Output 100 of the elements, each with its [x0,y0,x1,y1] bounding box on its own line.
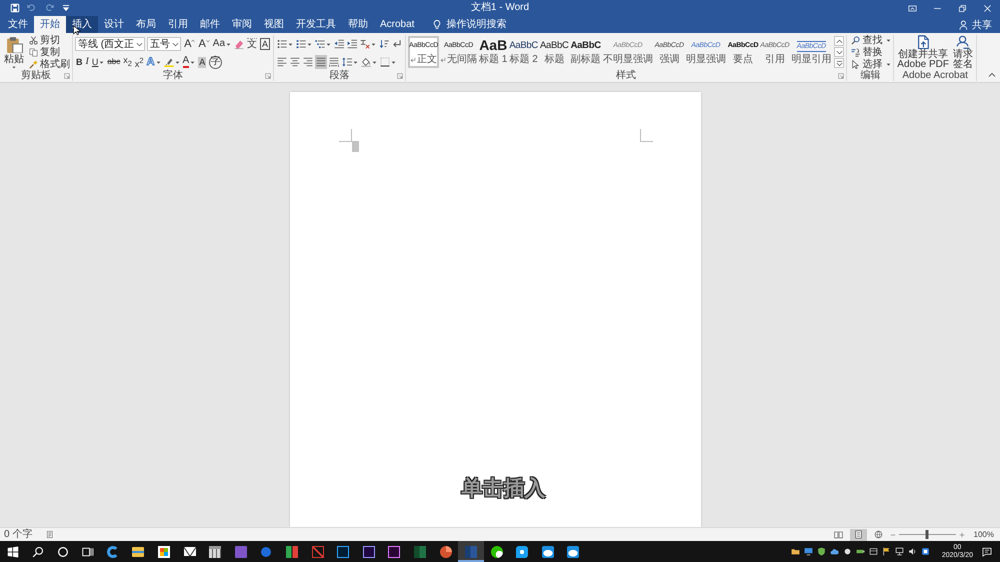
ribbon-tab[interactable]: 文件 [2,16,34,33]
ribbon-tab[interactable]: 帮助 [342,16,374,33]
save-icon[interactable] [10,3,20,13]
grow-font-button[interactable]: A [183,37,196,51]
cross-lines-icon [360,39,370,49]
circle-icon [490,546,503,558]
caret-up-icon [191,39,196,43]
dialog-launcher-icon[interactable] [265,72,272,78]
computer-icon[interactable] [894,547,904,556]
ribbon-tab[interactable]: 开始 [34,16,66,33]
phonetic-guide-button[interactable]: 文 [246,37,258,51]
ribbon-tab[interactable]: 布局 [130,16,162,33]
restore-icon[interactable] [958,4,967,12]
line-spacing-button[interactable] [341,55,360,69]
ribbon-tab[interactable]: Acrobat [374,16,420,33]
collapse-ribbon-icon[interactable] [988,71,996,79]
zoom-in-icon[interactable] [958,532,965,538]
sort-icon [379,39,390,49]
copy-button[interactable]: 复制 [29,46,70,58]
shield-icon[interactable] [816,547,826,556]
web-layout-icon [874,530,883,539]
asian-layout-button[interactable] [359,37,378,51]
justify-button[interactable] [315,55,328,69]
ribbon-tab[interactable]: 设计 [98,16,130,33]
decrease-indent-button[interactable] [333,37,346,51]
close-icon[interactable] [983,4,992,12]
enclose-character-button[interactable]: 字 [208,55,224,69]
margin-corner-mark [640,129,653,142]
borders-button[interactable] [379,55,398,69]
shrink-font-button[interactable]: A [197,37,211,51]
request-signature-button[interactable]: 请求 签名 [952,35,974,70]
select-button[interactable]: 选择 [851,58,892,70]
scissors-icon [29,36,38,46]
gallery-up-button[interactable] [834,36,844,46]
folder-icon[interactable] [790,547,800,556]
flag-icon[interactable] [882,547,891,556]
ribbon-tab[interactable]: 视图 [258,16,290,33]
battery-icon[interactable] [856,547,865,556]
chevron-down-icon [172,40,180,48]
italic-button[interactable]: I [84,55,90,69]
align-center-button[interactable] [289,55,302,69]
cloud-icon[interactable] [830,547,839,556]
bullets-button[interactable] [276,37,294,51]
gallery-down-button[interactable] [834,47,844,57]
caret-down-icon [206,39,210,43]
zoom-level[interactable]: 100% [974,530,994,539]
align-right-button[interactable] [302,55,314,69]
change-case-button[interactable]: Aa [212,37,232,51]
ribbon-tab[interactable]: 插入 [66,16,98,33]
style-tile[interactable]: AaBbC 标题 [538,36,570,68]
strikethrough-button[interactable]: abc [106,55,122,69]
page-lines-icon[interactable] [46,530,54,539]
paste-button[interactable]: 粘贴 [2,35,26,70]
subscript-button[interactable]: x$_{2}$ [122,55,133,69]
increase-indent-button[interactable] [346,37,358,51]
dialog-launcher-icon[interactable] [838,72,844,78]
replace-button[interactable]: 替换 [851,46,892,58]
create-pdf-button[interactable]: 创建并共享 Adobe PDF [896,35,950,70]
gallery-more-button[interactable] [834,58,844,68]
notification-icon[interactable] [982,546,992,556]
tell-me-field[interactable]: 操作说明搜索 [446,18,510,32]
dialog-launcher-icon[interactable] [64,72,70,78]
font-color-button[interactable]: A [182,55,196,69]
ribbon-tab[interactable]: 审阅 [226,16,258,33]
pointer-icon [851,60,860,69]
shading-button[interactable] [360,55,378,69]
circle-icon[interactable] [842,547,852,556]
superscript-button[interactable]: x$^{2}$ [134,55,145,69]
return-arrow-icon [392,39,402,49]
character-shading-button[interactable]: A [197,55,208,69]
character-border-button[interactable]: A [259,37,272,51]
ribbon-tab[interactable]: 引用 [162,16,194,33]
customize-toolbar-icon[interactable] [61,3,71,13]
zoom-slider-thumb[interactable] [926,530,929,539]
app-tile-icon [234,546,247,558]
monitor-icon[interactable] [804,547,813,556]
ribbon-display-options-icon[interactable] [908,4,917,12]
speaker-icon[interactable] [908,547,917,556]
align-left-button[interactable] [276,55,288,69]
arc-icon [106,546,119,558]
underline-button[interactable]: U [90,55,106,69]
dialog-launcher-icon[interactable] [397,72,404,78]
style-tile[interactable]: AaBbC 副标题 [570,36,602,68]
ribbon-tab[interactable]: 开发工具 [290,16,342,33]
distribute-button[interactable] [328,55,340,69]
font-size-field[interactable]: 五号 [147,37,182,51]
bold-button[interactable]: B [75,55,84,69]
cut-button[interactable]: 剪切 [29,35,70,46]
word-count[interactable]: 0 个字 [4,528,32,540]
font-name-field[interactable]: 等线 (西文正 [75,37,146,51]
style-tile[interactable]: AaBbC 标题 2 [508,36,539,68]
format-painter-button[interactable]: 格式刷 [29,58,70,70]
view-button[interactable] [850,528,867,540]
ribbon-tab[interactable]: 邮件 [194,16,226,33]
share-button[interactable]: 共享 [959,16,992,33]
window-icon[interactable] [868,547,878,556]
style-tile[interactable]: AaB 标题 1 [478,36,508,68]
find-button[interactable]: 查找 [851,35,892,46]
framed-tile-icon [388,546,400,558]
square-icon[interactable] [920,547,930,556]
